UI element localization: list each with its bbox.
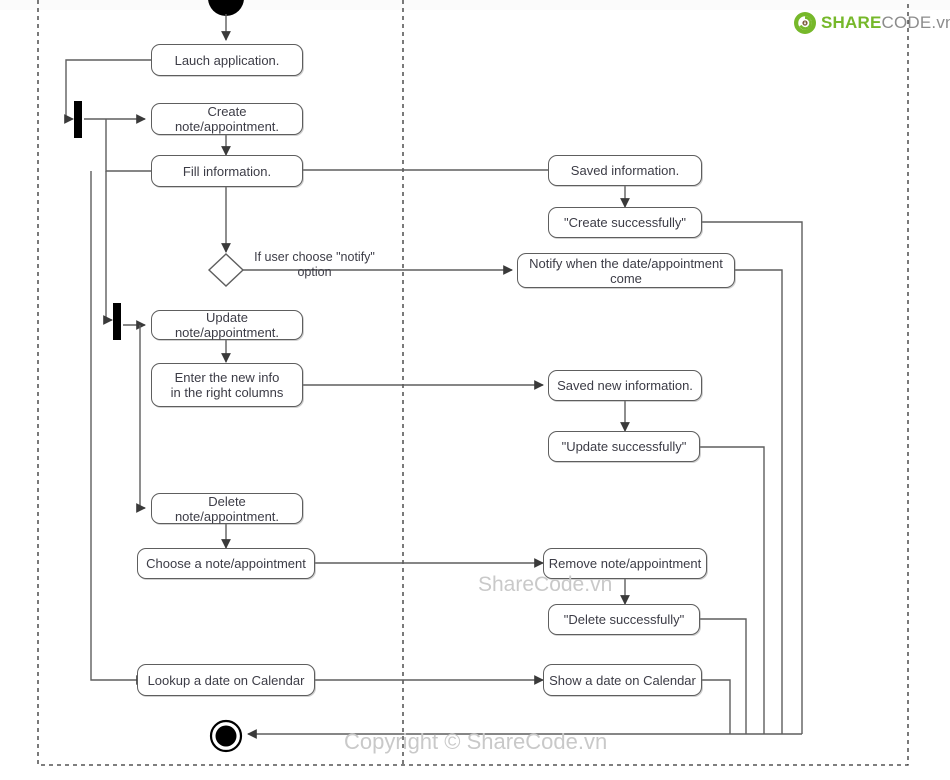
activity-notify[interactable]: Notify when the date/appointment come <box>517 253 735 288</box>
activity-delete-successfully[interactable]: "Delete successfully" <box>548 604 700 635</box>
activity-choose-label: Choose a note/appointment <box>146 556 306 571</box>
activity-saved-new-information-label: Saved new information. <box>557 378 693 393</box>
activity-remove[interactable]: Remove note/appointment <box>543 548 707 579</box>
activity-show-date-label: Show a date on Calendar <box>549 672 696 688</box>
activity-lookup-label: Lookup a date on Calendar <box>147 672 305 688</box>
activity-update-successfully-label: "Update successfully" <box>561 439 687 454</box>
diagram-connectors <box>37 0 909 766</box>
activity-show-date[interactable]: Show a date on Calendar <box>543 664 702 696</box>
activity-delete-label: Delete note/appointment. <box>174 493 280 524</box>
activity-notify-label: Notify when the date/appointment come <box>529 255 723 286</box>
activity-delete[interactable]: Delete note/appointment. <box>151 493 303 524</box>
activity-fill-label: Fill information. <box>182 163 272 179</box>
activity-delete-successfully-label: "Delete successfully" <box>563 612 685 627</box>
activity-create-label: Create note/appointment. <box>174 104 280 134</box>
edge-fork-to-fill <box>105 119 151 172</box>
edge-notify-return <box>735 269 783 734</box>
activity-choose[interactable]: Choose a note/appointment <box>137 548 315 579</box>
edge-createok-return <box>702 221 803 734</box>
activity-update-label: Update note/appointment. <box>174 310 280 340</box>
activity-enter-new-info-label: Enter the new info in the right columns <box>170 370 284 400</box>
decision-diamond <box>207 253 245 287</box>
activity-remove-label: Remove note/appointment <box>548 556 702 571</box>
activity-saved-new-information[interactable]: Saved new information. <box>548 370 702 401</box>
activity-launch-label: Lauch application. <box>174 52 280 68</box>
activity-saved-information[interactable]: Saved information. <box>548 155 702 186</box>
activity-launch[interactable]: Lauch application. <box>151 44 303 76</box>
activity-create-successfully[interactable]: "Create successfully" <box>548 207 702 238</box>
edge-fork-to-delete <box>136 325 146 513</box>
edge-left-rail-to-lookup <box>90 171 146 685</box>
guard-label-notify-text: If user choose "notify" option <box>254 250 375 279</box>
activity-enter-new-info[interactable]: Enter the new info in the right columns <box>151 363 303 407</box>
activity-saved-information-label: Saved information. <box>570 163 680 178</box>
activity-create-successfully-label: "Create successfully" <box>564 215 686 230</box>
start-node <box>208 0 244 41</box>
activity-lookup[interactable]: Lookup a date on Calendar <box>137 664 315 696</box>
edge-deleteok-return <box>700 618 747 734</box>
activity-fill[interactable]: Fill information. <box>151 155 303 187</box>
activity-update[interactable]: Update note/appointment. <box>151 310 303 340</box>
activity-update-successfully[interactable]: "Update successfully" <box>548 431 700 462</box>
guard-label-notify: If user choose "notify" option <box>247 235 382 280</box>
activity-create[interactable]: Create note/appointment. <box>151 103 303 135</box>
end-node <box>209 719 243 753</box>
edge-show-return <box>702 679 731 734</box>
diagram-canvas: SHARECODE.vn Lauch application. Create n… <box>0 0 950 780</box>
edge-updateok-return <box>700 446 765 734</box>
